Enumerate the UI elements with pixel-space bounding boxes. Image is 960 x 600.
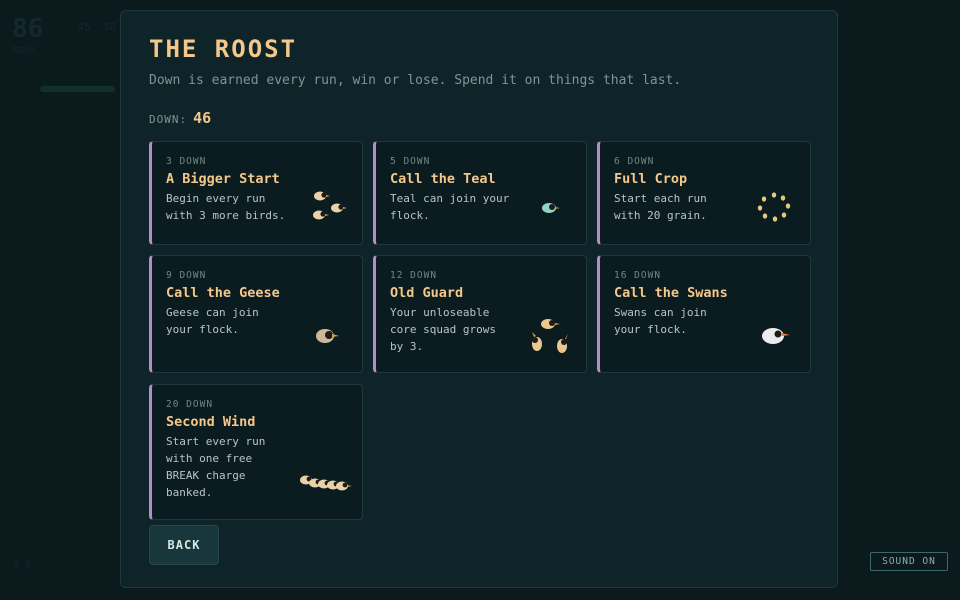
bird-chain-icon [300, 475, 352, 491]
upgrade-name: A Bigger Start [166, 171, 280, 187]
sound-toggle-button[interactable]: SOUND ON [870, 552, 948, 571]
swan-icon [762, 328, 790, 344]
upgrade-name: Second Wind [166, 414, 256, 430]
three-birds-icon [313, 191, 347, 220]
upgrade-card-full-crop[interactable]: 6 DOWN Full Crop Start each run with 20 … [597, 141, 811, 245]
upgrade-name: Full Crop [614, 171, 688, 187]
upgrade-name: Call the Teal [390, 171, 496, 187]
grain-ring-icon [757, 192, 791, 222]
upgrade-name: Call the Swans [614, 285, 728, 301]
upgrade-card-old-guard[interactable]: 12 DOWN Old Guard Your unloseable core s… [373, 255, 587, 373]
upgrade-description: Start each run with 20 grain. [614, 192, 707, 222]
upgrade-cost: 20 DOWN [166, 399, 214, 410]
down-label: DOWN: [149, 113, 188, 126]
upgrade-name: Old Guard [390, 285, 464, 301]
background-score-label: BIRDS [12, 46, 37, 55]
upgrade-cost: 12 DOWN [390, 270, 438, 281]
back-button[interactable]: BACK [149, 525, 219, 565]
upgrade-description: Swans can join your flock. [614, 306, 707, 336]
page-title: THE ROOST [149, 35, 298, 63]
teal-bird-icon [542, 203, 560, 213]
background-stat: 58 [104, 22, 117, 33]
down-value: 46 [193, 109, 212, 127]
upgrade-description: Start every run with one free BREAK char… [166, 435, 266, 499]
background-footer: 4 2 [14, 560, 31, 570]
upgrade-card-second-wind[interactable]: 20 DOWN Second Wind Start every run with… [149, 384, 363, 520]
down-balance: DOWN: 46 [149, 109, 211, 127]
squad-birds-icon [532, 319, 568, 353]
upgrade-description: Begin every run with 3 more birds. [166, 192, 286, 222]
upgrade-card-bigger-start[interactable]: 3 DOWN A Bigger Start Begin every run wi… [149, 141, 363, 245]
background-progress-bar [40, 86, 115, 92]
upgrade-card-call-geese[interactable]: 9 DOWN Call the Geese Geese can join you… [149, 255, 363, 373]
background-stat: 45 [78, 22, 91, 33]
upgrade-cost: 3 DOWN [166, 156, 207, 167]
upgrade-cost: 16 DOWN [614, 270, 662, 281]
upgrade-name: Call the Geese [166, 285, 280, 301]
background-score: 86 [12, 14, 44, 44]
upgrade-description: Geese can join your flock. [166, 306, 259, 336]
upgrade-cost: 6 DOWN [614, 156, 655, 167]
upgrade-description: Your unloseable core squad grows by 3. [390, 306, 496, 353]
page-subtitle: Down is earned every run, win or lose. S… [149, 73, 682, 88]
upgrade-description: Teal can join your flock. [390, 192, 510, 222]
upgrade-cost: 5 DOWN [390, 156, 431, 167]
roost-panel: THE ROOST Down is earned every run, win … [120, 10, 838, 588]
upgrade-card-call-swans[interactable]: 16 DOWN Call the Swans Swans can join yo… [597, 255, 811, 373]
upgrade-card-call-teal[interactable]: 5 DOWN Call the Teal Teal can join your … [373, 141, 587, 245]
goose-icon [316, 329, 339, 343]
upgrade-cost: 9 DOWN [166, 270, 207, 281]
